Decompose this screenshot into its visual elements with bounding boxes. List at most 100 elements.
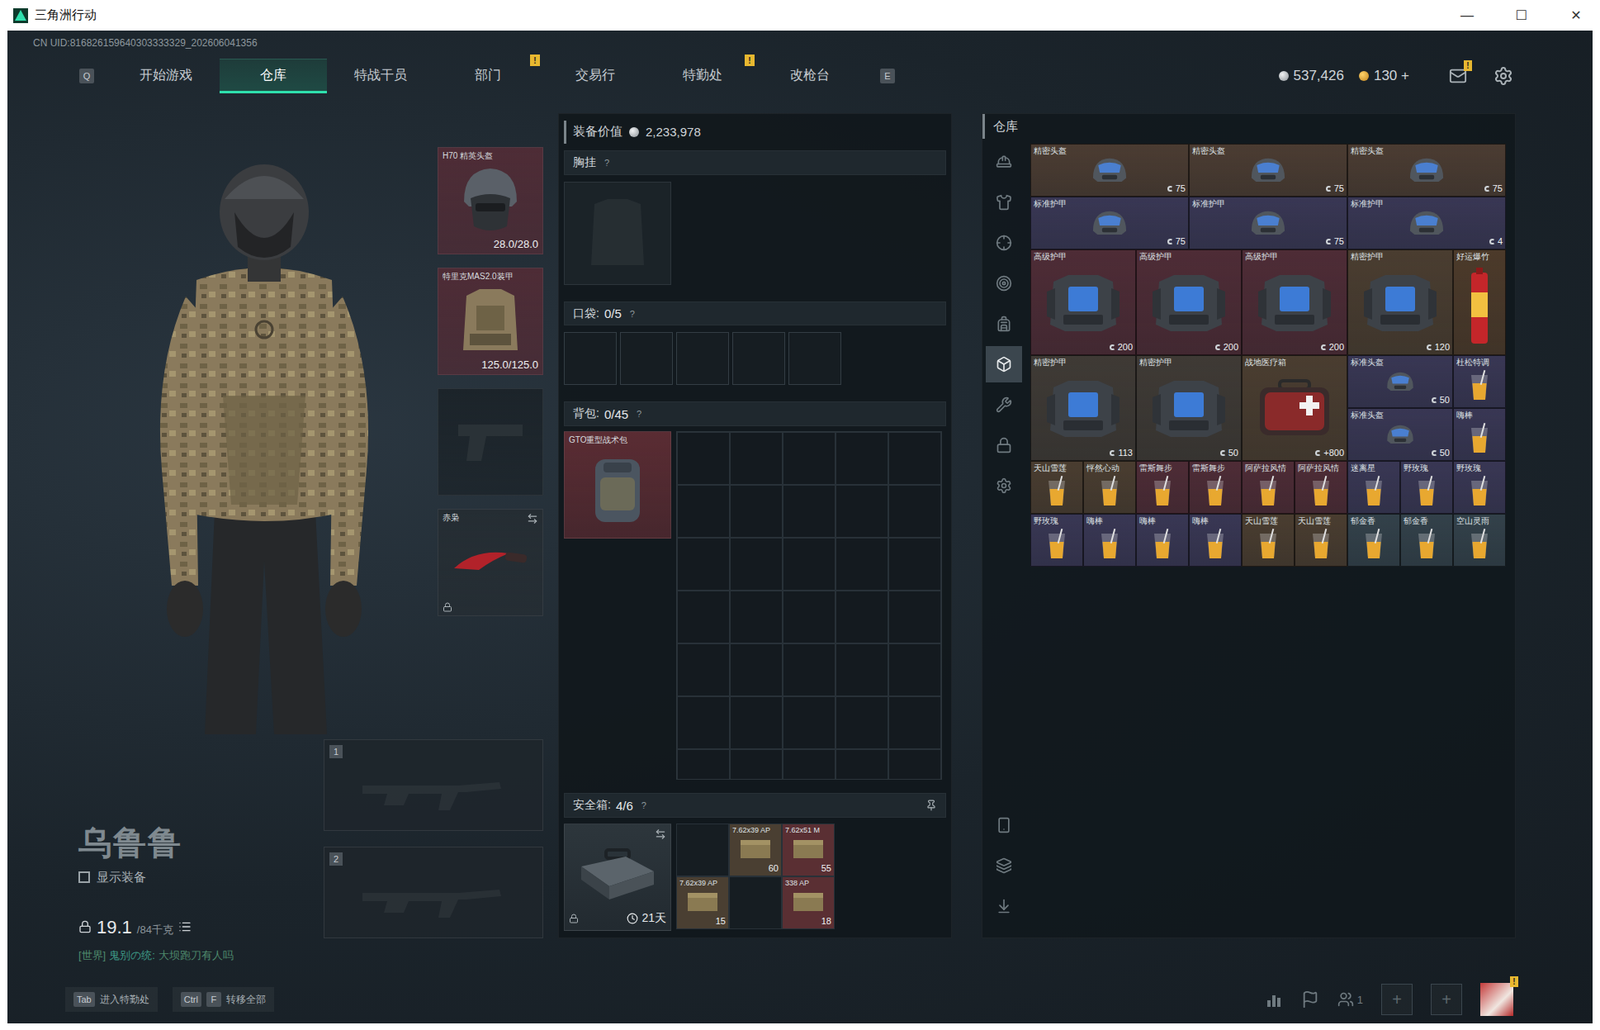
invite-slot[interactable]: + bbox=[1381, 983, 1413, 1015]
warehouse-item[interactable]: 高级护甲200 bbox=[1030, 249, 1137, 356]
warehouse-item[interactable]: 嗨棒 bbox=[1453, 407, 1506, 461]
backpack-cell[interactable] bbox=[835, 431, 889, 485]
backpack-cell[interactable] bbox=[729, 431, 783, 485]
warehouse-item[interactable]: 阿萨拉风情 bbox=[1294, 460, 1348, 514]
warehouse-item[interactable]: 郁金香 bbox=[1400, 513, 1454, 567]
backpack-cell[interactable] bbox=[782, 431, 836, 485]
flag-icon[interactable] bbox=[1301, 989, 1320, 1009]
backpack-cell[interactable] bbox=[835, 695, 889, 749]
backpack-cell[interactable] bbox=[729, 484, 783, 538]
backpack-cell[interactable] bbox=[888, 748, 942, 780]
sidebar-tool[interactable] bbox=[985, 887, 1023, 924]
gold-currency[interactable]: 130 + bbox=[1358, 67, 1410, 85]
warehouse-item[interactable]: 杜松特调 bbox=[1453, 355, 1506, 408]
pin-icon[interactable] bbox=[925, 799, 938, 811]
safe-cell[interactable] bbox=[676, 823, 729, 876]
key-hint-button[interactable]: Tab进入特勤处 bbox=[65, 986, 158, 1012]
nav-tab[interactable]: 交易行 bbox=[541, 58, 649, 94]
swap-icon[interactable] bbox=[526, 512, 539, 525]
warehouse-item[interactable]: 精密护甲113 bbox=[1030, 355, 1137, 461]
backpack-cell[interactable] bbox=[676, 590, 730, 644]
backpack-cell[interactable] bbox=[676, 695, 730, 749]
warehouse-item[interactable]: 精密护甲50 bbox=[1136, 355, 1242, 461]
backpack-item[interactable]: GTO重型战术包 bbox=[563, 430, 672, 539]
sidebar-item[interactable] bbox=[985, 426, 1023, 464]
warehouse-item[interactable]: 嗨棒 bbox=[1083, 513, 1137, 567]
window-control-button[interactable]: ✕ bbox=[1552, 0, 1600, 31]
warehouse-item[interactable]: 迷离星 bbox=[1347, 460, 1401, 514]
sidebar-item[interactable] bbox=[985, 143, 1023, 180]
list-icon[interactable] bbox=[178, 919, 192, 933]
backpack-cell[interactable] bbox=[835, 748, 889, 780]
warehouse-item[interactable]: 天山雪莲 bbox=[1030, 460, 1084, 514]
sidebar-item[interactable] bbox=[985, 265, 1023, 302]
sidebar-item[interactable] bbox=[985, 224, 1023, 261]
nav-tab[interactable]: 部门! bbox=[434, 58, 542, 94]
warehouse-item[interactable]: 嗨棒 bbox=[1136, 513, 1189, 567]
key-hint-button[interactable]: CtrlF转移全部 bbox=[172, 986, 275, 1012]
nav-tab[interactable]: 改枪台 bbox=[756, 58, 864, 94]
backpack-cell[interactable] bbox=[676, 431, 730, 485]
backpack-cell[interactable] bbox=[782, 695, 836, 749]
warehouse-item[interactable]: 标准头盔50 bbox=[1347, 407, 1454, 461]
warehouse-item[interactable]: 嗨棒 bbox=[1188, 513, 1242, 567]
squad-count[interactable]: 1 bbox=[1337, 990, 1364, 1008]
backpack-cell[interactable] bbox=[782, 643, 836, 696]
invite-slot[interactable]: + bbox=[1430, 983, 1463, 1015]
warehouse-item[interactable]: 好运爆竹 bbox=[1453, 249, 1506, 356]
sidebar-tool[interactable] bbox=[985, 847, 1023, 884]
warehouse-item[interactable]: 标准护甲4 bbox=[1347, 196, 1506, 250]
backpack-cell[interactable] bbox=[729, 748, 783, 780]
settings-button[interactable] bbox=[1493, 66, 1514, 86]
backpack-cell[interactable] bbox=[888, 484, 942, 538]
warehouse-item[interactable]: 精密头盔75 bbox=[1347, 143, 1506, 197]
nav-tab[interactable]: 特战干员 bbox=[326, 58, 435, 94]
ammo-item[interactable]: 338 AP18 bbox=[781, 875, 835, 929]
warehouse-item[interactable]: 标准护甲75 bbox=[1030, 196, 1189, 250]
equipment-slot[interactable] bbox=[437, 388, 544, 496]
warehouse-item[interactable]: 高级护甲200 bbox=[1136, 249, 1242, 356]
warehouse-item[interactable]: 雷斯舞步 bbox=[1188, 460, 1242, 514]
backpack-cell[interactable] bbox=[782, 537, 836, 591]
sidebar-item[interactable] bbox=[985, 305, 1023, 342]
backpack-cell[interactable] bbox=[888, 695, 942, 749]
weapon-slot[interactable]: 1 bbox=[323, 738, 544, 831]
backpack-cell[interactable] bbox=[729, 695, 783, 749]
backpack-cell[interactable] bbox=[729, 643, 783, 696]
window-control-button[interactable]: ☐ bbox=[1497, 0, 1546, 31]
backpack-cell[interactable] bbox=[835, 537, 889, 591]
pocket-slot[interactable] bbox=[563, 331, 617, 385]
show-gear-toggle[interactable]: 显示装备 bbox=[78, 866, 324, 887]
sidebar-item[interactable] bbox=[985, 467, 1023, 504]
warehouse-item[interactable]: 精密护甲120 bbox=[1347, 249, 1454, 356]
warehouse-item[interactable]: 精密头盔75 bbox=[1030, 143, 1189, 197]
warehouse-item[interactable]: 野玫瑰 bbox=[1453, 460, 1506, 514]
backpack-cell[interactable] bbox=[835, 643, 889, 696]
swap-icon[interactable] bbox=[654, 828, 667, 840]
sidebar-item[interactable] bbox=[985, 345, 1023, 383]
nav-tab[interactable]: 特勤处! bbox=[648, 58, 757, 94]
nav-tab[interactable]: 仓库 bbox=[219, 58, 327, 94]
backpack-cell[interactable] bbox=[729, 590, 783, 644]
warehouse-item[interactable]: 天山雪莲 bbox=[1241, 513, 1295, 567]
ammo-item[interactable]: 7.62x51 M55 bbox=[781, 823, 835, 876]
backpack-cell[interactable] bbox=[888, 537, 942, 591]
warehouse-item[interactable]: 怦然心动 bbox=[1083, 460, 1137, 514]
pocket-slot[interactable] bbox=[676, 331, 729, 385]
warehouse-item[interactable]: 郁金香 bbox=[1347, 513, 1401, 567]
weapon-slot[interactable]: 2 bbox=[323, 846, 544, 938]
ammo-item[interactable]: 7.62x39 AP60 bbox=[728, 823, 782, 876]
backpack-cell[interactable] bbox=[729, 537, 783, 591]
warehouse-item[interactable]: 野玫瑰 bbox=[1400, 460, 1454, 514]
nav-tab[interactable]: 开始游戏 bbox=[112, 58, 220, 94]
backpack-cell[interactable] bbox=[676, 484, 730, 538]
backpack-cell[interactable] bbox=[888, 431, 942, 485]
warehouse-item[interactable]: 标准头盔50 bbox=[1347, 355, 1454, 408]
pocket-slot[interactable] bbox=[620, 331, 673, 385]
player-avatar[interactable]: ! bbox=[1480, 982, 1514, 1016]
warehouse-item[interactable]: 标准护甲75 bbox=[1188, 196, 1348, 250]
warehouse-item[interactable]: 阿萨拉风情 bbox=[1241, 460, 1295, 514]
warehouse-item[interactable]: 天山雪莲 bbox=[1294, 513, 1348, 567]
backpack-cell[interactable] bbox=[782, 484, 836, 538]
mail-button[interactable]: ! bbox=[1448, 66, 1468, 86]
